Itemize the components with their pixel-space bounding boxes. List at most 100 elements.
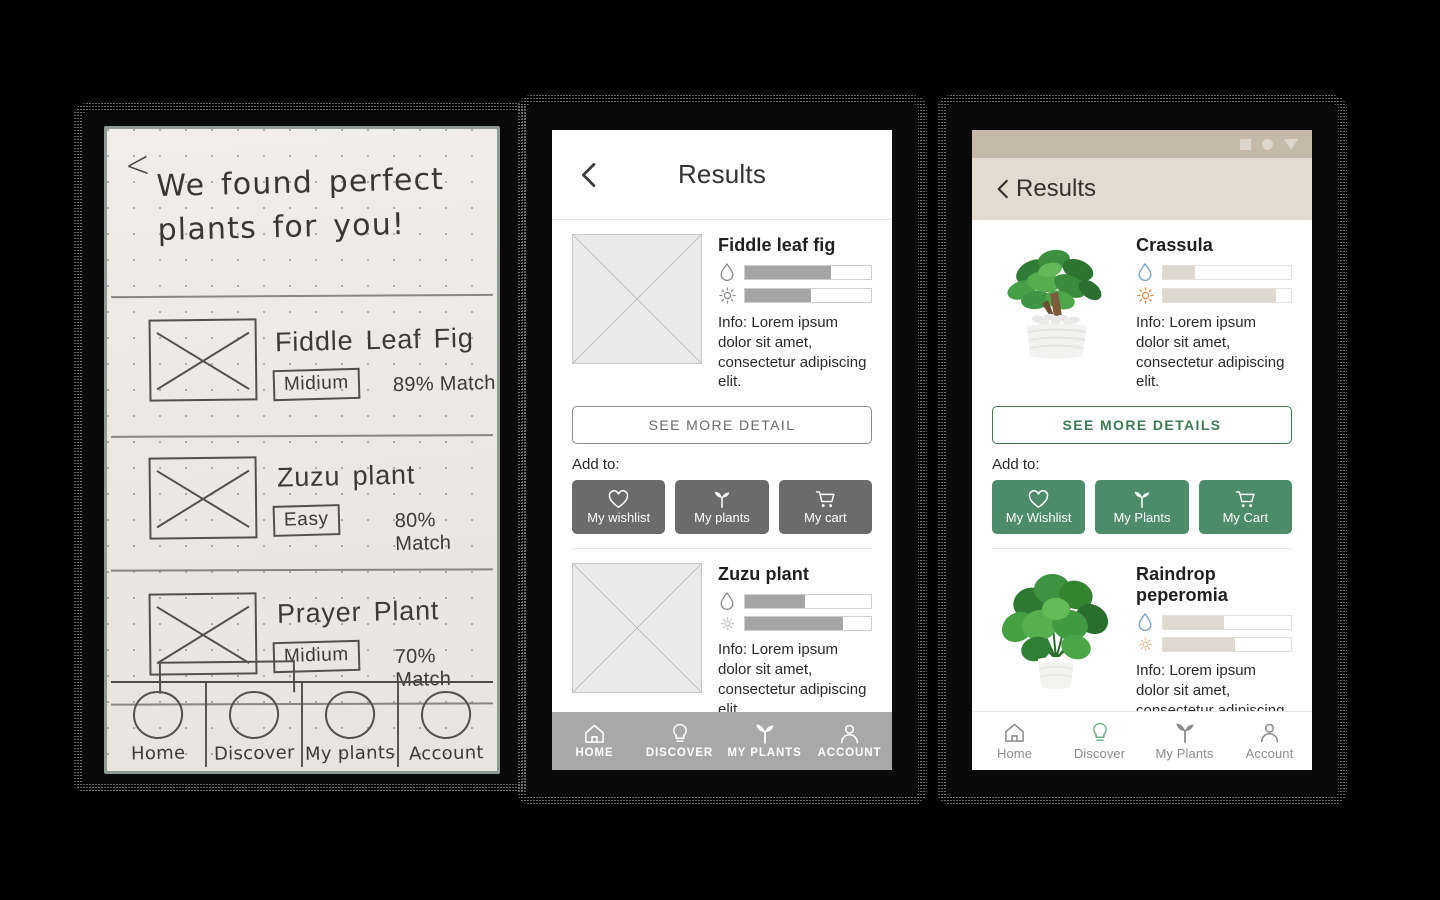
nav-item-account[interactable]: ACCOUNT xyxy=(807,723,892,759)
add-to-cart-button[interactable]: My Cart xyxy=(1198,480,1292,535)
water-meter xyxy=(718,263,872,281)
sketch-nav-item-discover[interactable]: Discover xyxy=(207,683,303,767)
sketch-result-row[interactable]: Zuzu plant Easy 80% Match xyxy=(107,445,497,571)
sketch-plant-name: Fiddle Leaf Fig xyxy=(274,322,474,358)
back-chevron-icon[interactable] xyxy=(572,158,606,192)
nav-item-my-plants[interactable]: MY PLANTS xyxy=(722,723,807,759)
sketch-plant-name: Prayer Plant xyxy=(276,595,440,629)
add-to-wishlist-label: My wishlist xyxy=(587,510,651,526)
add-to-wishlist-button[interactable]: My Wishlist xyxy=(992,480,1086,535)
add-to-actions: My wishlist My plants My cart xyxy=(572,480,872,535)
peperomia-photo xyxy=(992,563,1120,691)
sketch-nav-icon xyxy=(322,688,378,742)
sun-meter xyxy=(1136,287,1292,304)
bottom-navigation: Home Discover My Plants Account xyxy=(972,711,1312,770)
bottom-navigation: HOME DISCOVER MY PLANTS ACCOUNT xyxy=(552,712,892,770)
sketch-nav-label: Home xyxy=(130,742,186,765)
sketch-difficulty-tag: Midium xyxy=(272,367,361,402)
square-icon[interactable] xyxy=(1240,138,1251,150)
sun-level-bar xyxy=(1162,637,1292,653)
sketch-nav-icon xyxy=(130,688,186,742)
nav-item-discover[interactable]: DISCOVER xyxy=(637,723,722,759)
sketch-back-icon[interactable]: < xyxy=(123,143,152,188)
status-bar xyxy=(972,130,1312,158)
plant-image-placeholder xyxy=(572,563,702,694)
phone-frame-hifi: Results Crassula Info: Lorem ipsum dolor… xyxy=(946,104,1338,796)
add-to-plants-button[interactable]: My plants xyxy=(675,480,769,535)
nav-label-account: Account xyxy=(1245,745,1294,761)
hifi-appbar: Results xyxy=(972,158,1312,220)
sun-icon xyxy=(1136,638,1154,652)
plant-card-body: Crassula Info: Lorem ipsum dolor sit ame… xyxy=(1136,234,1292,392)
see-more-detail-button[interactable]: SEE MORE DETAIL xyxy=(572,406,872,445)
water-level-bar xyxy=(744,264,872,280)
sketch-nav-item-my-plants[interactable]: My plants xyxy=(303,683,399,767)
sketch-thumbnail xyxy=(148,456,258,540)
sun-icon xyxy=(1136,287,1154,304)
sketch-nav-label: Account xyxy=(408,742,484,765)
sketch-result-row[interactable]: Fiddle Leaf Fig Midium 89% Match xyxy=(107,305,497,431)
circle-icon[interactable] xyxy=(1262,138,1273,150)
crassula-photo xyxy=(992,234,1120,362)
person-icon xyxy=(1260,723,1279,742)
sketch-nav-item-home[interactable]: Home xyxy=(111,683,207,767)
sketch-nav-item-account[interactable]: Account xyxy=(399,683,493,767)
sketch-headline-line1: We found perfect xyxy=(156,162,445,205)
add-to-plants-label: My plants xyxy=(694,510,750,526)
sketch-match-label: 89% Match xyxy=(392,371,496,397)
lightbulb-icon xyxy=(672,723,687,742)
add-to-plants-button[interactable]: My Plants xyxy=(1095,480,1189,535)
plant-info-text: Info: Lorem ipsum dolor sit amet, consec… xyxy=(1136,314,1285,391)
nav-label-my-plants: MY PLANTS xyxy=(727,747,802,759)
nav-label-home: Home xyxy=(996,745,1033,761)
add-to-actions: My Wishlist My Plants My Cart xyxy=(992,480,1292,535)
add-to-label: Add to: xyxy=(992,456,1040,474)
water-drop-icon xyxy=(1136,613,1154,632)
nav-item-my-plants[interactable]: My Plants xyxy=(1142,722,1227,761)
plant-name: Crassula xyxy=(1136,235,1213,255)
plant-info-text: Info: Lorem ipsum dolor sit amet, consec… xyxy=(718,641,867,718)
add-to-wishlist-button[interactable]: My wishlist xyxy=(572,480,666,535)
sprout-icon xyxy=(755,724,774,744)
wireframe-appbar: Results xyxy=(552,130,892,220)
plant-name: Zuzu plant xyxy=(718,564,809,585)
triangle-down-icon[interactable] xyxy=(1284,138,1298,150)
sketch-headline: We found perfect plants for you! xyxy=(156,157,488,252)
sun-level-bar xyxy=(744,288,872,303)
see-more-details-button[interactable]: SEE MORE DETAILS xyxy=(992,406,1292,445)
sketch-nav-icon xyxy=(226,688,282,742)
plant-name: Raindrop peperomia xyxy=(1136,564,1228,606)
water-level-bar xyxy=(1162,614,1292,630)
nav-label-my-plants: My Plants xyxy=(1155,745,1214,761)
plant-name: Fiddle leaf fig xyxy=(718,235,836,255)
plant-card-top: Crassula Info: Lorem ipsum dolor sit ame… xyxy=(992,234,1292,392)
sketch-nav-icon xyxy=(418,688,474,742)
water-meter xyxy=(718,592,872,611)
water-level-bar xyxy=(744,593,872,609)
screenshot-stage: < We found perfect plants for you! Fiddl… xyxy=(0,0,1440,900)
nav-item-discover[interactable]: Discover xyxy=(1057,722,1142,761)
sketch-headline-line2: plants for you! xyxy=(157,206,406,248)
water-level-fill xyxy=(1163,615,1225,629)
sketch-thumbnail xyxy=(148,318,258,402)
sun-meter xyxy=(1136,637,1292,653)
add-to-cart-label: My cart xyxy=(804,510,847,526)
add-to-label: Add to: xyxy=(572,456,620,474)
nav-item-account[interactable]: Account xyxy=(1227,722,1312,761)
phone-frame-sketch: < We found perfect plants for you! Fiddl… xyxy=(82,112,522,784)
back-chevron-icon[interactable] xyxy=(990,176,1016,202)
nav-item-home[interactable]: Home xyxy=(972,722,1057,761)
sketch-difficulty-tag: Easy xyxy=(272,504,341,537)
page-title: Results xyxy=(1016,175,1097,202)
add-to-cart-label: My Cart xyxy=(1222,510,1269,526)
water-meter xyxy=(1136,613,1292,632)
add-to-cart-button[interactable]: My cart xyxy=(778,480,872,535)
sun-level-fill xyxy=(1163,289,1276,302)
water-drop-icon xyxy=(1136,263,1154,281)
water-level-bar xyxy=(1162,264,1292,280)
hifi-card-list: Crassula Info: Lorem ipsum dolor sit ame… xyxy=(972,220,1312,770)
nav-item-home[interactable]: HOME xyxy=(552,723,637,759)
sun-level-bar xyxy=(1162,288,1292,303)
add-to-plants-label: My Plants xyxy=(1113,510,1171,526)
nav-label-discover: Discover xyxy=(1073,745,1126,761)
